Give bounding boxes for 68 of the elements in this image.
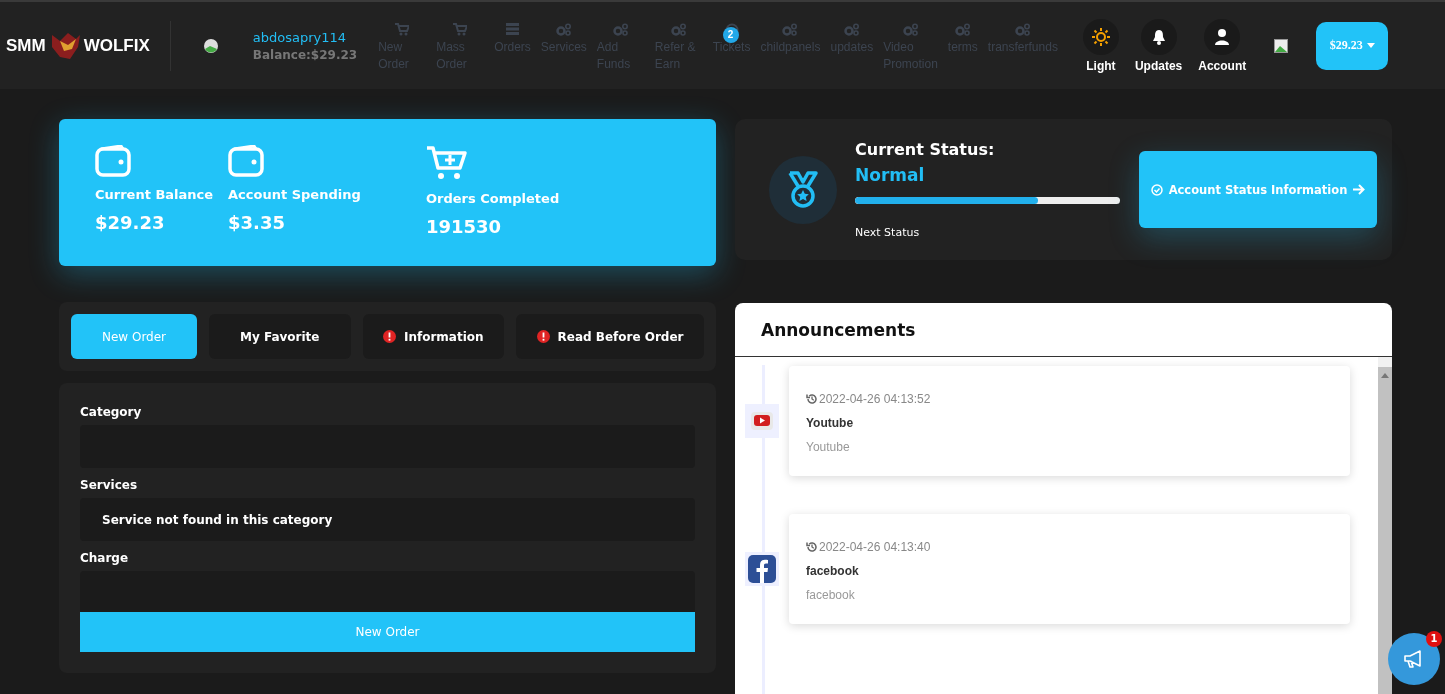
gears-icon <box>902 22 919 36</box>
currency-dropdown[interactable]: $29.23 <box>1316 21 1389 70</box>
count-badge: 2 <box>722 26 739 43</box>
caret-icon <box>1366 43 1375 48</box>
select-field[interactable] <box>80 571 695 614</box>
panel-title: Announcements <box>735 303 1392 357</box>
check-circle-icon <box>1150 183 1163 196</box>
arrow-right-icon <box>1353 184 1366 195</box>
select-field[interactable]: Service not found in this category <box>80 498 695 541</box>
tab[interactable]: Read Before Order <box>516 314 704 359</box>
user-icon <box>1215 28 1230 45</box>
username[interactable]: abdosapry114 <box>252 29 358 45</box>
gears-icon <box>954 22 971 36</box>
tab[interactable]: New Order <box>71 314 197 359</box>
history-icon <box>806 393 818 405</box>
logo-text: SMM <box>6 35 46 56</box>
announcement-title: facebook <box>806 564 860 578</box>
gears-icon <box>1014 22 1031 36</box>
bell-icon <box>1151 28 1166 45</box>
play-button-icon <box>751 412 773 430</box>
broken-image-icon <box>202 37 219 54</box>
timestamp: 2022-04-26 04:13:40 <box>806 540 1333 554</box>
stat-label: Account Spending <box>228 187 361 202</box>
status-value: Normal <box>855 165 926 185</box>
new-order-button[interactable]: New Order <box>80 612 695 652</box>
megaphone-button[interactable]: 1 <box>1388 633 1440 685</box>
broken-image-icon <box>1274 38 1289 53</box>
gears-icon <box>843 22 860 36</box>
announcement-text: facebook <box>806 588 856 602</box>
cart-icon <box>395 22 410 36</box>
history-icon <box>806 541 818 553</box>
cart-icon <box>453 22 468 36</box>
stat-value: $3.35 <box>228 212 286 233</box>
field-label: Services <box>80 478 139 492</box>
tab[interactable]: Information <box>362 314 504 359</box>
header-action-button[interactable]: Light <box>1076 18 1125 73</box>
gears-icon <box>670 22 687 36</box>
medal-icon <box>786 170 820 209</box>
gears-icon <box>782 22 799 36</box>
gears-icon <box>612 22 629 36</box>
sun-icon <box>1091 27 1110 46</box>
scrollbar[interactable] <box>1378 357 1392 694</box>
balance-text: Balance:$29.23 <box>252 47 358 62</box>
timestamp: 2022-04-26 04:13:52 <box>806 392 1333 406</box>
status-title: Current Status: <box>855 140 996 159</box>
field-label: Category <box>80 405 143 419</box>
stat-label: Current Balance <box>95 187 215 202</box>
logo-text: WOLFIX <box>83 35 150 56</box>
logo[interactable]: SMM WOLFIX <box>6 30 150 61</box>
tab[interactable]: My Favorite <box>209 314 351 359</box>
wallet-icon <box>95 145 131 177</box>
stat-label: Orders Completed <box>426 191 560 206</box>
account-status-button[interactable]: Account Status Information <box>1139 151 1377 228</box>
header-action-button[interactable]: Updates <box>1128 18 1189 73</box>
gears-icon <box>555 22 572 36</box>
notification-badge: 1 <box>1426 631 1442 647</box>
stat-value: 191530 <box>426 216 503 237</box>
f-letter-icon <box>748 555 776 583</box>
wallet-icon <box>228 145 264 177</box>
field-label: Charge <box>80 551 130 565</box>
header-action-button[interactable]: Account <box>1192 18 1253 73</box>
list-icon <box>506 22 519 35</box>
next-status-text: Next Status <box>855 226 921 239</box>
announcement-text: Youtube <box>806 440 851 454</box>
announcement-title: Youtube <box>806 416 855 430</box>
cart-plus-icon <box>426 145 468 181</box>
stat-value: $29.23 <box>95 212 166 233</box>
scroll-up-icon[interactable] <box>1381 373 1389 378</box>
